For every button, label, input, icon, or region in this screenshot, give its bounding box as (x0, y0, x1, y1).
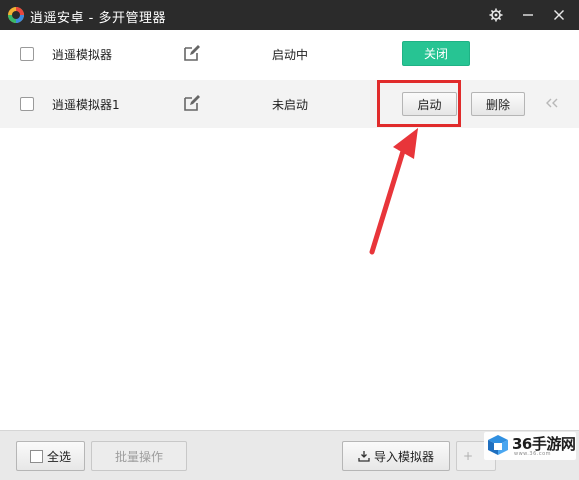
edit-icon[interactable] (183, 94, 201, 112)
select-all-button[interactable]: 全选 (16, 441, 85, 471)
select-all-checkbox[interactable] (29, 449, 43, 463)
minimize-button[interactable] (518, 5, 538, 25)
delete-emulator-button[interactable]: 删除 (471, 92, 525, 116)
emulator-status: 未启动 (272, 98, 309, 112)
emulator-row: 逍遥模拟器 启动中 关闭 (0, 30, 579, 78)
import-emulator-button[interactable]: 导入模拟器 (342, 441, 450, 471)
batch-operation-button[interactable]: 批量操作 (91, 441, 187, 471)
settings-button[interactable] (486, 5, 506, 25)
emulator-status: 启动中 (272, 48, 309, 62)
close-window-button[interactable] (549, 5, 569, 25)
import-icon (358, 451, 370, 462)
emulator-name: 逍遥模拟器1 (52, 98, 120, 112)
emulator-row: 逍遥模拟器1 未启动 启动 删除 (0, 80, 579, 128)
window-title: 逍遥安卓 - 多开管理器 (30, 11, 166, 26)
close-icon (554, 10, 564, 20)
title-bar: 逍遥安卓 - 多开管理器 (0, 0, 579, 30)
gear-icon (489, 8, 503, 22)
edit-icon[interactable] (183, 44, 201, 62)
select-all-label: 全选 (46, 449, 71, 464)
site-watermark: 36手游网 www.36.com (484, 432, 576, 460)
cube-logo-icon (488, 435, 508, 455)
minimize-icon (523, 14, 533, 16)
watermark-url: www.36.com (514, 451, 552, 457)
double-chevron-left-icon[interactable] (543, 94, 561, 112)
emulator-name: 逍遥模拟器 (52, 48, 113, 62)
import-label: 导入模拟器 (373, 449, 434, 464)
xiaoyao-logo-icon (8, 7, 24, 23)
close-emulator-button[interactable]: 关闭 (402, 41, 470, 66)
annotation-highlight-box (377, 80, 461, 127)
row-checkbox[interactable] (20, 47, 34, 61)
row-checkbox[interactable] (20, 97, 34, 111)
